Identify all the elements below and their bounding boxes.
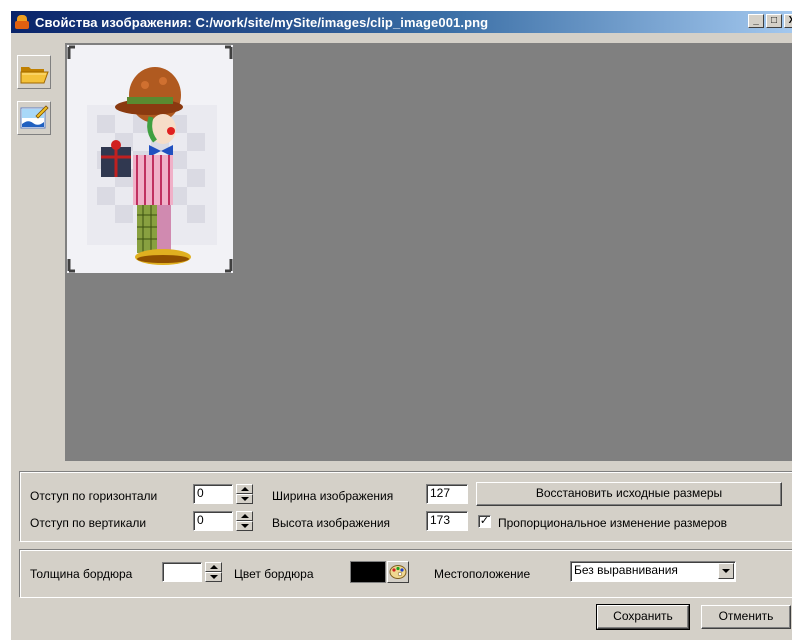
border-color-label: Цвет бордюра	[234, 567, 314, 581]
clown-clipart-image	[67, 45, 233, 273]
vspace-input[interactable]: 0	[193, 511, 233, 531]
vspace-spinner[interactable]	[236, 511, 253, 531]
proportional-label: Пропорциональное изменение размеров	[498, 516, 728, 530]
image-properties-window: Свойства изображения: C:/work/site/mySit…	[10, 10, 792, 640]
height-input[interactable]: 173	[426, 511, 468, 531]
position-select-value: Без выравнивания	[574, 563, 678, 577]
palette-icon	[389, 565, 407, 579]
image-edit-icon	[20, 105, 49, 129]
folder-open-icon	[20, 67, 49, 84]
color-picker-button[interactable]	[387, 561, 409, 583]
open-image-button[interactable]	[17, 55, 51, 89]
save-button[interactable]: Сохранить	[596, 604, 690, 630]
dimensions-panel: Отступ по горизонтали 0 Отступ по вертик…	[19, 471, 792, 541]
hspace-label: Отступ по горизонтали	[30, 489, 158, 503]
window-title: Свойства изображения: C:/work/site/mySit…	[35, 14, 489, 30]
border-thickness-input[interactable]	[162, 562, 202, 582]
proportional-checkbox[interactable]: ✓	[478, 515, 491, 528]
close-button[interactable]: X	[784, 14, 792, 28]
cancel-button[interactable]: Отменить	[701, 605, 791, 629]
hspace-input[interactable]: 0	[193, 484, 233, 504]
border-thickness-label: Толщина бордюра	[30, 567, 133, 581]
clip-image[interactable]	[67, 45, 233, 273]
title-bar[interactable]: Свойства изображения: C:/work/site/mySit…	[11, 11, 792, 33]
vspace-label: Отступ по вертикали	[30, 516, 147, 530]
restore-size-button[interactable]: Восстановить исходные размеры	[476, 482, 782, 506]
height-label: Высота изображения	[272, 516, 391, 530]
image-preview-area	[65, 43, 792, 461]
position-select[interactable]: Без выравнивания	[570, 561, 736, 582]
hspace-spinner[interactable]	[236, 484, 253, 504]
maximize-button[interactable]: □	[766, 14, 782, 28]
border-panel: Толщина бордюра Цвет бордюра Местоположе…	[19, 549, 792, 597]
chevron-down-icon[interactable]	[718, 563, 734, 579]
width-input[interactable]: 127	[426, 484, 468, 504]
position-label: Местоположение	[434, 567, 531, 581]
width-label: Ширина изображения	[272, 489, 394, 503]
border-thickness-spinner[interactable]	[205, 562, 222, 582]
minimize-button[interactable]: _	[748, 14, 764, 28]
border-color-swatch[interactable]	[350, 561, 386, 583]
edit-image-button[interactable]	[17, 101, 51, 135]
app-icon	[15, 14, 31, 30]
